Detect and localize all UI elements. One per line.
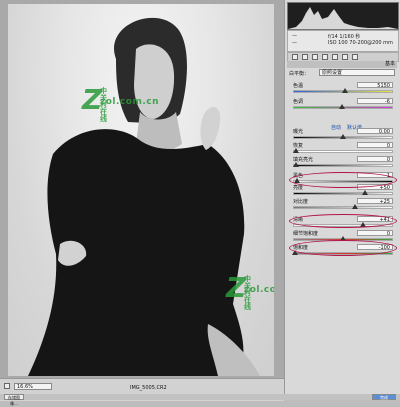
meta-dash-1: — [292, 33, 297, 39]
contrast-value-input[interactable]: +25 [357, 198, 393, 205]
watermark-bottom: Z 中关村在线 zol.com.cn [226, 271, 274, 311]
bottom-buttons: 存储图像... 完成 [0, 394, 400, 406]
meta-shutter: f/14 1/160 秒 [328, 34, 361, 40]
brightness-slider-thumb[interactable] [361, 190, 368, 195]
fill-value-input[interactable]: 0 [357, 156, 393, 163]
basic-tab-icon[interactable] [292, 54, 298, 60]
tint-value-input[interactable]: -6 [357, 98, 393, 105]
tint-label: 色调 [293, 99, 304, 105]
recovery-value-input[interactable]: 0 [357, 142, 393, 149]
photo-preview[interactable]: Z 中关村在线 zol.com.cn Z 中关村在线 zol.com.cn [8, 4, 274, 376]
zoom-level[interactable]: 16.6% [14, 383, 52, 390]
temp-label: 色温 [293, 83, 304, 89]
highlight-ellipse-1 [289, 172, 397, 188]
exposure-slider[interactable] [293, 134, 393, 139]
file-name: IMG_5005.CR2 [130, 385, 167, 391]
exposure-value-input[interactable]: 0.00 [357, 128, 393, 135]
curve-tab-icon[interactable] [302, 54, 308, 60]
meta-dash-2: — [292, 40, 297, 46]
contrast-slider[interactable] [293, 204, 393, 209]
white-balance-select[interactable]: 原照设置 [319, 69, 395, 76]
highlight-ellipse-2 [289, 214, 397, 228]
exposure-label: 曝光 [293, 129, 304, 135]
recovery-slider-thumb[interactable] [292, 148, 299, 153]
adjustment-panel: — — f/14 1/160 秒 ISO 100 70-200@200 mm 基… [284, 0, 400, 400]
section-title: 基本 [287, 61, 397, 68]
tint-slider-thumb[interactable] [339, 104, 346, 109]
contrast-slider-thumb[interactable] [351, 204, 358, 209]
meta-iso: ISO 100 70-200@200 mm [328, 40, 393, 46]
temp-slider[interactable] [293, 88, 393, 93]
vibrance-value-input[interactable]: 0 [357, 230, 393, 237]
save-image-button[interactable]: 存储图像... [4, 394, 24, 406]
portrait-image [28, 17, 260, 376]
tint-slider[interactable] [293, 104, 393, 109]
fill-slider[interactable] [292, 162, 393, 167]
exposure-slider-thumb[interactable] [340, 134, 346, 139]
hsl-tab-icon[interactable] [322, 54, 328, 60]
vibrance-label: 细节饱和度 [293, 231, 319, 237]
preview-area: Z 中关村在线 zol.com.cn Z 中关村在线 zol.com.cn [0, 0, 284, 378]
highlight-ellipse-3 [289, 240, 397, 256]
zoom-out-icon[interactable] [4, 383, 10, 389]
lens-tab-icon[interactable] [342, 54, 348, 60]
auto-link[interactable]: 自动 [331, 124, 341, 131]
brightness-slider[interactable] [293, 190, 393, 195]
white-balance-label: 白平衡： [289, 71, 310, 77]
fill-slider-thumb[interactable] [292, 162, 299, 167]
raw-editor-window: Z 中关村在线 zol.com.cn Z 中关村在线 zol.com.cn — … [0, 0, 400, 406]
split-tone-tab-icon[interactable] [332, 54, 338, 60]
detail-tab-icon[interactable] [312, 54, 318, 60]
camera-cal-tab-icon[interactable] [352, 54, 358, 60]
temp-slider-thumb[interactable] [341, 88, 348, 93]
contrast-label: 对比度 [293, 199, 309, 205]
watermark-top: Z 中关村在线 zol.com.cn [82, 83, 159, 123]
done-button[interactable]: 完成 [372, 394, 396, 400]
recovery-slider[interactable] [292, 148, 393, 153]
photo-metadata: — — f/14 1/160 秒 ISO 100 70-200@200 mm [287, 30, 399, 52]
histogram [287, 2, 399, 30]
temp-value-input[interactable]: 5150 [357, 82, 393, 89]
